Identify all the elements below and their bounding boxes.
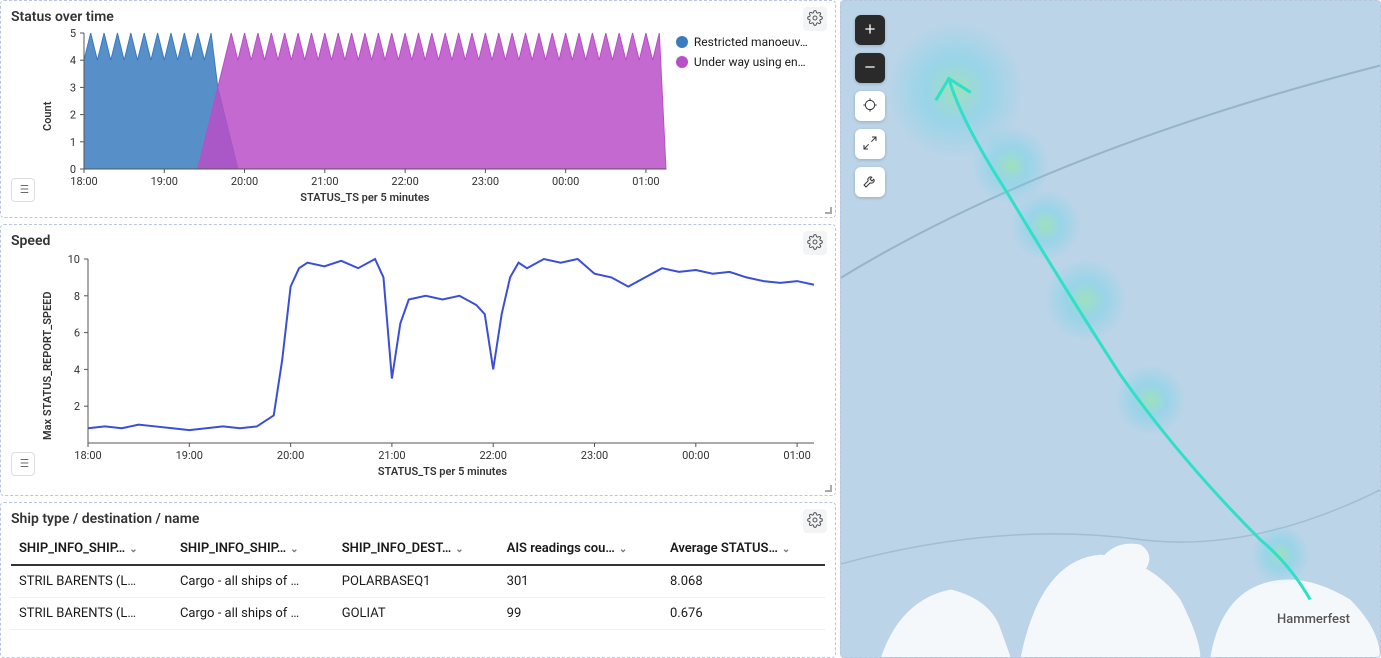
svg-text:21:00: 21:00	[378, 449, 405, 462]
table-header[interactable]: AIS readings cou…⌄	[499, 533, 662, 565]
speed-legend-toggle[interactable]	[11, 452, 35, 476]
tools-button[interactable]	[855, 167, 885, 197]
svg-text:5: 5	[70, 29, 76, 40]
ship-data-table: SHIP_INFO_SHIP…⌄SHIP_INFO_SHIP…⌄SHIP_INF…	[11, 533, 825, 630]
svg-text:22:00: 22:00	[480, 449, 507, 462]
zoom-in-button[interactable]	[855, 15, 885, 45]
speed-panel-settings-button[interactable]	[803, 231, 827, 255]
expand-button[interactable]	[855, 129, 885, 159]
chevron-down-icon: ⌄	[290, 544, 298, 555]
svg-text:18:00: 18:00	[70, 175, 97, 188]
plus-icon	[862, 21, 878, 40]
map-controls	[855, 15, 885, 197]
chevron-down-icon: ⌄	[129, 544, 137, 555]
legend-label: Under way using en…	[694, 55, 806, 69]
speed-panel: Speed Max STATUS_REPORT_SPEED 2 4 6 8 10 18:0…	[0, 224, 836, 496]
table-header[interactable]: SHIP_INFO_DEST…⌄	[334, 533, 499, 565]
table-cell: STRIL BARENTS (L…	[11, 565, 172, 598]
svg-text:10: 10	[68, 253, 80, 266]
legend-item-underway[interactable]: Under way using en…	[676, 55, 825, 69]
svg-text:6: 6	[74, 327, 80, 340]
svg-text:1: 1	[70, 136, 76, 149]
map-place-label: Hammerfest	[1277, 612, 1350, 627]
list-icon	[16, 456, 30, 473]
svg-text:8: 8	[74, 290, 80, 303]
legend-dot-icon	[676, 36, 688, 48]
legend-label: Restricted manoeuv…	[694, 35, 808, 49]
table-header[interactable]: SHIP_INFO_SHIP…⌄	[172, 533, 334, 565]
table-cell: GOLIAT	[334, 598, 499, 630]
status-legend: Restricted manoeuv… Under way using en…	[676, 29, 825, 204]
svg-text:22:00: 22:00	[391, 175, 418, 188]
gear-icon	[807, 234, 823, 253]
speed-chart[interactable]: 2 4 6 8 10 18:00 19:00 20:00 21:00 22:00 23:00 00:0…	[60, 253, 825, 478]
status-legend-toggle[interactable]	[11, 178, 35, 202]
legend-item-restricted[interactable]: Restricted manoeuv…	[676, 35, 825, 49]
status-panel-title: Status over time	[11, 9, 825, 25]
table-panel-title: Ship type / destination / name	[11, 511, 825, 527]
svg-text:4: 4	[74, 363, 80, 376]
svg-text:19:00: 19:00	[150, 175, 177, 188]
table-cell: 0.676	[662, 598, 825, 630]
gear-icon	[807, 512, 823, 531]
svg-text:2: 2	[74, 400, 80, 413]
svg-text:23:00: 23:00	[581, 449, 608, 462]
table-cell: 99	[499, 598, 662, 630]
table-cell: 301	[499, 565, 662, 598]
status-panel-settings-button[interactable]	[803, 7, 827, 31]
status-x-axis-label: STATUS_TS per 5 minutes	[60, 191, 670, 204]
svg-text:20:00: 20:00	[277, 449, 304, 462]
svg-text:18:00: 18:00	[74, 449, 101, 462]
status-over-time-panel: Status over time Count 01234518:0019:002…	[0, 0, 836, 218]
svg-text:3: 3	[70, 81, 76, 94]
list-icon	[16, 182, 30, 199]
table-row[interactable]: STRIL BARENTS (L…Cargo - all ships of …P…	[11, 565, 825, 598]
status-y-axis-label: Count	[41, 29, 54, 204]
svg-text:21:00: 21:00	[311, 175, 338, 188]
resize-handle[interactable]	[823, 205, 833, 215]
table-cell: STRIL BARENTS (L…	[11, 598, 172, 630]
table-panel-settings-button[interactable]	[803, 509, 827, 533]
table-panel: Ship type / destination / name SHIP_INFO…	[0, 502, 836, 658]
chevron-down-icon: ⌄	[782, 544, 790, 555]
table-header[interactable]: Average STATUS…⌄	[662, 533, 825, 565]
svg-text:01:00: 01:00	[632, 175, 659, 188]
zoom-out-button[interactable]	[855, 53, 885, 83]
svg-text:19:00: 19:00	[176, 449, 203, 462]
speed-y-axis-label: Max STATUS_REPORT_SPEED	[41, 253, 54, 478]
svg-text:00:00: 00:00	[682, 449, 709, 462]
expand-icon	[862, 135, 878, 154]
table-row[interactable]: STRIL BARENTS (L…Cargo - all ships of …G…	[11, 598, 825, 630]
speed-x-axis-label: STATUS_TS per 5 minutes	[60, 465, 825, 478]
legend-dot-icon	[676, 56, 688, 68]
svg-text:2: 2	[70, 109, 76, 122]
table-header[interactable]: SHIP_INFO_SHIP…⌄	[11, 533, 172, 565]
svg-text:23:00: 23:00	[472, 175, 499, 188]
speed-panel-title: Speed	[11, 233, 825, 249]
table-cell: 8.068	[662, 565, 825, 598]
svg-text:00:00: 00:00	[552, 175, 579, 188]
crosshair-icon	[862, 97, 878, 116]
locate-button[interactable]	[855, 91, 885, 121]
svg-text:4: 4	[70, 54, 76, 67]
chevron-down-icon: ⌄	[619, 544, 627, 555]
resize-handle[interactable]	[823, 483, 833, 493]
table-cell: Cargo - all ships of …	[172, 565, 334, 598]
status-chart[interactable]: 01234518:0019:0020:0021:0022:0023:0000:0…	[60, 29, 670, 204]
svg-text:01:00: 01:00	[783, 449, 810, 462]
map-panel[interactable]: Hammerfest	[840, 0, 1381, 658]
chevron-down-icon: ⌄	[455, 544, 463, 555]
table-cell: Cargo - all ships of …	[172, 598, 334, 630]
minus-icon	[862, 59, 878, 78]
gear-icon	[807, 10, 823, 29]
wrench-icon	[862, 173, 878, 192]
table-cell: POLARBASEQ1	[334, 565, 499, 598]
svg-text:20:00: 20:00	[231, 175, 258, 188]
